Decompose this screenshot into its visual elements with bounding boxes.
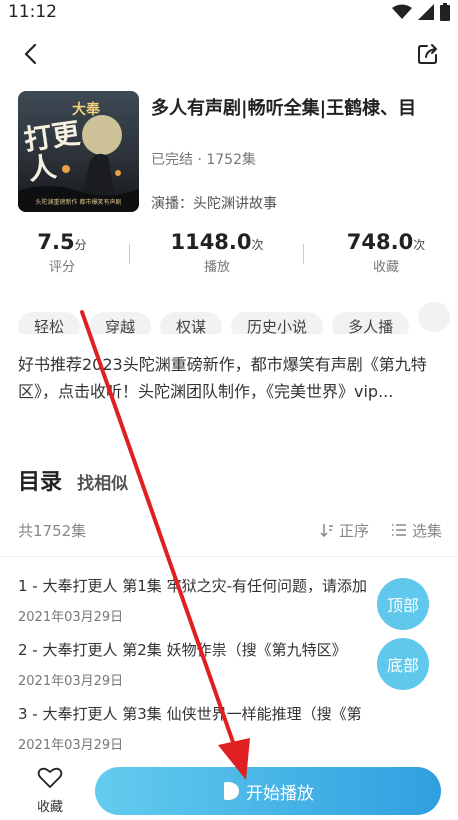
book-description[interactable]: 好书推荐2023头陀渊重磅新作，都市爆笑有声剧《第九特区》，点击收听！头陀渊团队… <box>18 351 442 405</box>
tab-similar[interactable]: 找相似 <box>77 474 128 494</box>
status-icons <box>392 3 450 21</box>
stat-rating-value: 7.5 <box>37 230 75 254</box>
stat-favorites-unit: 次 <box>413 238 426 252</box>
stat-divider <box>303 244 304 264</box>
back-button[interactable] <box>18 40 46 68</box>
stat-plays: 1148.0次 播放 <box>147 230 287 275</box>
stat-favorites: 748.0次 收藏 <box>316 230 456 275</box>
start-play-button[interactable]: 开始播放 <box>95 767 441 815</box>
stat-rating-label: 评分 <box>48 260 75 275</box>
book-title: 多人有声剧|畅听全集|王鹤棣、目 <box>151 98 417 119</box>
stat-favorites-value: 748.0 <box>346 230 414 254</box>
tag[interactable]: 历史小说 <box>231 312 324 334</box>
scroll-top-button[interactable]: 顶部 <box>377 578 429 630</box>
episode-item[interactable]: 3 - 大奉打更人 第3集 仙侠世界一样能推理（搜《第 2021年03月29日 <box>18 703 442 753</box>
signal-icon <box>418 4 434 20</box>
episode-count-row: 共1752集 正序 选集 <box>18 520 442 546</box>
book-status: 已完结 · 1752集 <box>151 152 256 168</box>
stat-rating-unit: 分 <box>74 238 87 252</box>
tag-partial[interactable] <box>418 302 451 332</box>
tag[interactable]: 轻松 <box>18 312 81 334</box>
share-button[interactable] <box>414 40 442 68</box>
sort-icon <box>320 524 334 538</box>
episode-date: 2021年03月29日 <box>18 738 124 753</box>
cover-title-main: 打更人 <box>21 116 82 187</box>
tab-catalog[interactable]: 目录 <box>18 470 62 495</box>
chevron-left-icon <box>24 43 37 65</box>
wifi-icon <box>392 4 412 19</box>
stat-divider <box>129 244 130 264</box>
section-header: 目录 找相似 <box>18 464 128 498</box>
cover-subtitle: 头陀渊重磅新作 都市爆笑有声剧 <box>35 199 122 206</box>
select-episodes-button[interactable]: 选集 <box>391 520 442 541</box>
select-label: 选集 <box>411 522 442 540</box>
battery-icon <box>440 3 450 21</box>
episode-title: 3 - 大奉打更人 第3集 仙侠世界一样能推理（搜《第 <box>18 705 362 723</box>
tag[interactable]: 穿越 <box>89 312 152 334</box>
nav-bar <box>0 34 458 74</box>
book-narrator[interactable]: 演播：头陀渊讲故事 <box>151 193 277 213</box>
favorite-button[interactable]: 收藏 <box>24 766 76 815</box>
stat-rating: 7.5分 评分 <box>0 230 132 275</box>
tag-list: 轻松 穿越 权谋 历史小说 多人播 <box>18 302 458 334</box>
status-bar: 11:12 <box>0 0 458 26</box>
stats-row: 7.5分 评分 1148.0次 播放 748.0次 收藏 <box>0 230 458 285</box>
tag[interactable]: 多人播 <box>332 312 410 334</box>
divider <box>0 556 458 557</box>
tag[interactable]: 权谋 <box>160 312 223 334</box>
status-time: 11:12 <box>8 2 57 22</box>
sort-button[interactable]: 正序 <box>320 520 369 541</box>
scroll-bottom-button[interactable]: 底部 <box>377 638 429 690</box>
share-icon <box>418 44 437 64</box>
heart-icon <box>37 767 63 788</box>
stat-plays-value: 1148.0 <box>170 230 252 254</box>
list-icon <box>392 524 407 536</box>
stat-plays-unit: 次 <box>251 238 264 252</box>
stat-plays-label: 播放 <box>203 260 230 275</box>
book-cover[interactable]: 大奉 打更人 头陀渊重磅新作 都市爆笑有声剧 <box>18 91 139 212</box>
bottom-bar: 收藏 开始播放 <box>0 760 458 820</box>
start-play-label: 开始播放 <box>246 783 314 804</box>
episode-total: 共1752集 <box>18 522 87 540</box>
play-icon <box>224 782 239 800</box>
stat-favorites-label: 收藏 <box>372 260 399 275</box>
sort-label: 正序 <box>338 522 369 540</box>
favorite-label: 收藏 <box>36 800 63 815</box>
